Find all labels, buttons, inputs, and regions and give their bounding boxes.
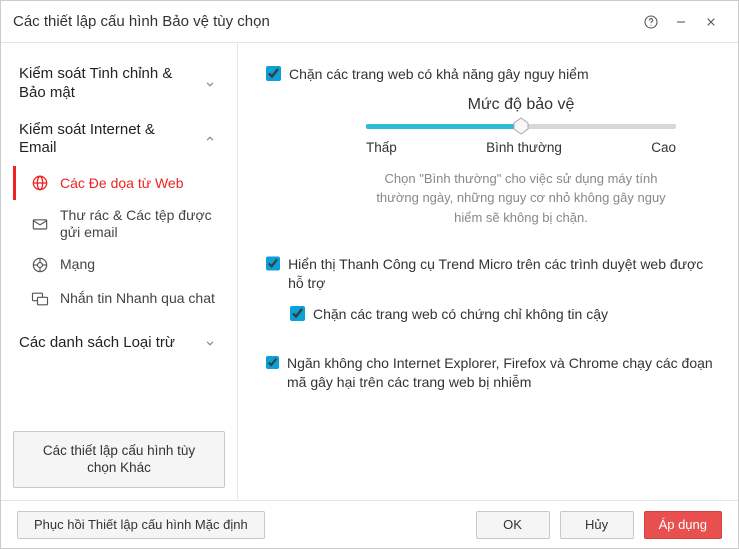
show-toolbar-checkbox[interactable] xyxy=(266,256,280,271)
mail-icon xyxy=(30,214,50,234)
sidebar-section-label: Các danh sách Loại trừ xyxy=(19,334,175,353)
sidebar-item-chat[interactable]: Nhắn tin Nhanh qua chat xyxy=(13,282,225,316)
sidebar-section-exclusions[interactable]: Các danh sách Loại trừ xyxy=(13,328,225,359)
protection-level-slider-block: Mức độ bảo vệ Thấp Bình thường Cao Chọn … xyxy=(366,96,676,228)
show-toolbar-label[interactable]: Hiển thị Thanh Công cụ Trend Micro trên … xyxy=(288,255,716,293)
slider-label-high: Cao xyxy=(651,140,676,155)
close-icon[interactable] xyxy=(696,7,726,37)
slider-thumb[interactable] xyxy=(512,117,530,135)
slider-label-mid: Bình thường xyxy=(486,140,562,155)
cancel-button[interactable]: Hủy xyxy=(560,511,634,539)
titlebar: Các thiết lập cấu hình Bảo vệ tùy chọn xyxy=(1,1,738,43)
sidebar-section-internet-email[interactable]: Kiểm soát Internet & Email xyxy=(13,115,225,165)
block-dangerous-checkbox[interactable] xyxy=(266,66,281,81)
block-untrusted-cert-label[interactable]: Chặn các trang web có chứng chỉ không ti… xyxy=(313,305,608,324)
sidebar-item-network[interactable]: Mạng xyxy=(13,248,225,282)
chevron-up-icon xyxy=(203,132,217,146)
sidebar-section-label: Kiểm soát Tinh chỉnh & Bảo mật xyxy=(19,65,195,103)
sidebar: Kiểm soát Tinh chỉnh & Bảo mật Kiểm soát… xyxy=(1,43,238,500)
sidebar-item-label: Nhắn tin Nhanh qua chat xyxy=(60,290,215,307)
block-dangerous-label[interactable]: Chặn các trang web có khả năng gây nguy … xyxy=(289,65,589,84)
ok-button[interactable]: OK xyxy=(476,511,550,539)
sidebar-item-label: Thư rác & Các tệp được gửi email xyxy=(60,207,217,241)
window-title: Các thiết lập cấu hình Bảo vệ tùy chọn xyxy=(13,13,636,30)
other-settings-button[interactable]: Các thiết lập cấu hình tùy chọn Khác xyxy=(13,431,225,488)
chevron-down-icon xyxy=(203,336,217,350)
network-icon xyxy=(30,255,50,275)
restore-defaults-button[interactable]: Phục hồi Thiết lập cấu hình Mặc định xyxy=(17,511,265,539)
sidebar-item-label: Các Đe dọa từ Web xyxy=(60,175,184,192)
footer: Phục hồi Thiết lập cấu hình Mặc định OK … xyxy=(1,500,738,548)
sidebar-section-security[interactable]: Kiểm soát Tinh chỉnh & Bảo mật xyxy=(13,59,225,109)
block-scripts-checkbox[interactable] xyxy=(266,355,279,370)
minimize-icon[interactable] xyxy=(666,7,696,37)
globe-shield-icon xyxy=(30,173,50,193)
sidebar-section-label: Kiểm soát Internet & Email xyxy=(19,121,195,159)
slider-title: Mức độ bảo vệ xyxy=(366,96,676,114)
chevron-down-icon xyxy=(203,77,217,91)
sidebar-item-spam-email[interactable]: Thư rác & Các tệp được gửi email xyxy=(13,200,225,248)
apply-button[interactable]: Áp dụng xyxy=(644,511,722,539)
help-icon[interactable] xyxy=(636,7,666,37)
protection-level-slider[interactable] xyxy=(366,120,676,132)
block-scripts-label[interactable]: Ngăn không cho Internet Explorer, Firefo… xyxy=(287,354,716,392)
slider-label-low: Thấp xyxy=(366,140,397,155)
sidebar-item-label: Mạng xyxy=(60,256,95,273)
sidebar-item-web-threats[interactable]: Các Đe dọa từ Web xyxy=(13,166,225,200)
slider-description: Chọn "Bình thường" cho việc sử dụng máy … xyxy=(366,169,676,228)
block-untrusted-cert-checkbox[interactable] xyxy=(290,306,305,321)
main-panel: Chặn các trang web có khả năng gây nguy … xyxy=(238,43,738,500)
chat-icon xyxy=(30,289,50,309)
